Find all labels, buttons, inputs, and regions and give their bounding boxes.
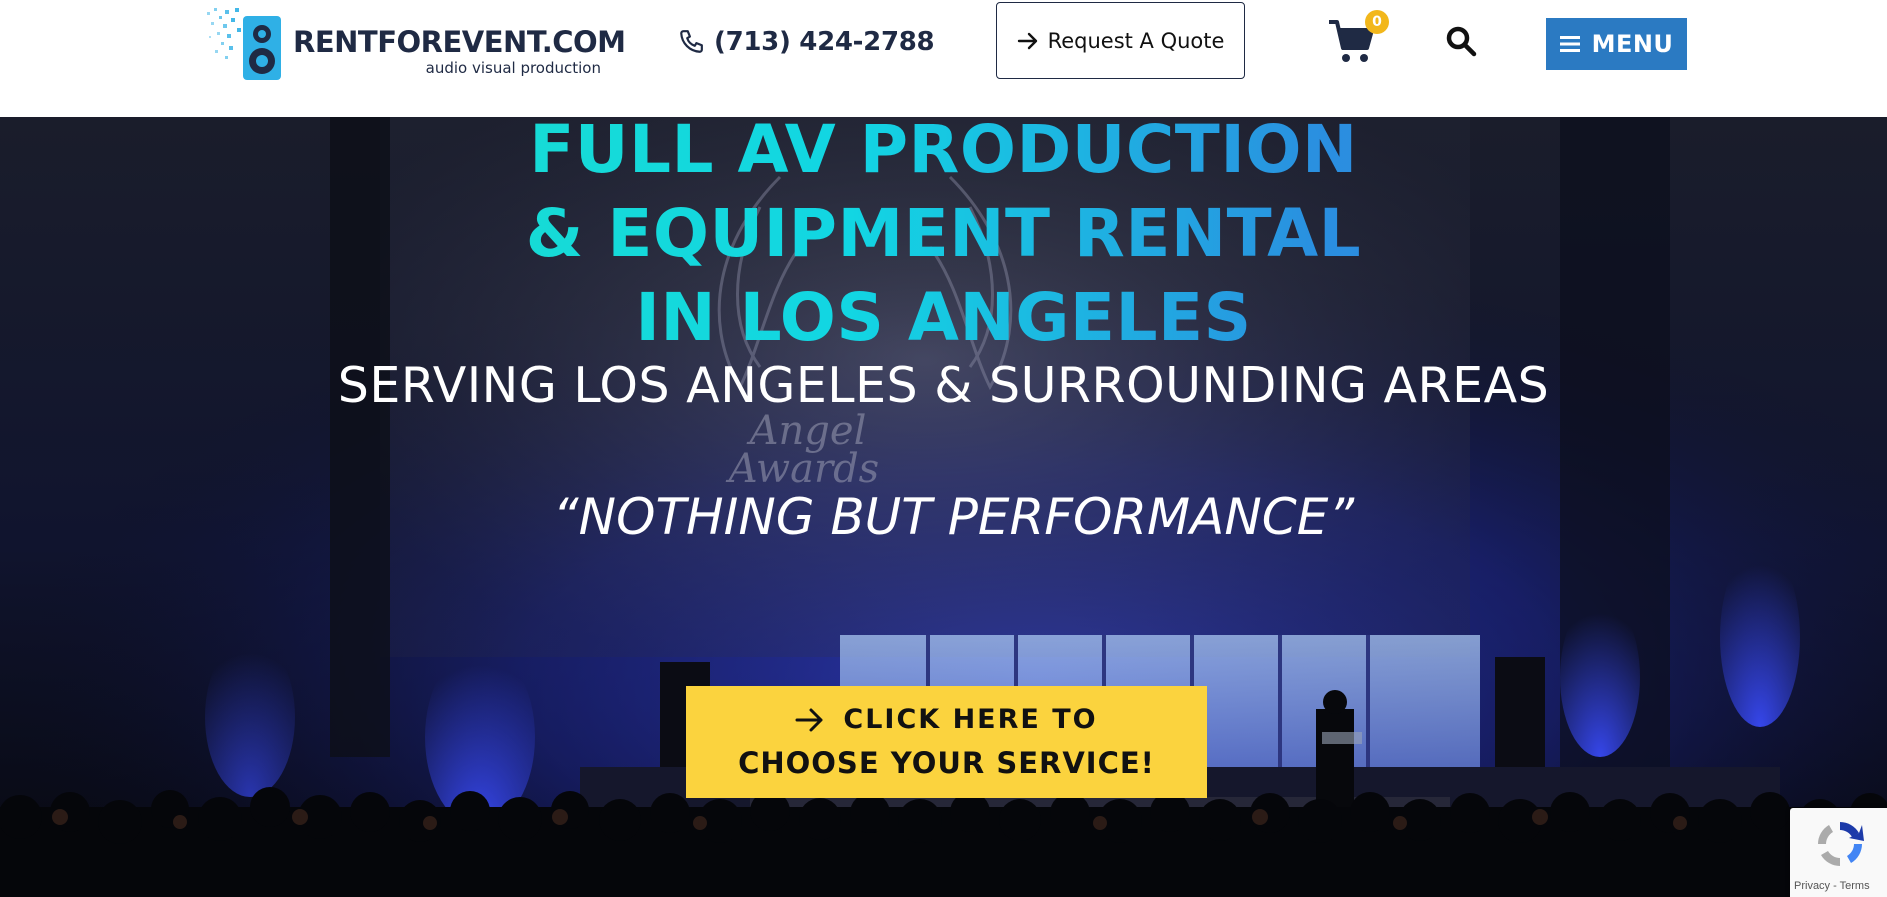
menu-button[interactable]: MENU — [1546, 18, 1687, 70]
search-icon — [1446, 26, 1477, 57]
phone-number: (713) 424-2788 — [714, 27, 935, 57]
hero-section: Angel Awards FULL AV PRODUCTION & EQUIPM… — [0, 117, 1887, 897]
request-quote-label: Request A Quote — [1047, 28, 1225, 53]
cart-count-badge: 0 — [1365, 10, 1389, 34]
search-button[interactable] — [1444, 24, 1478, 58]
speaker-logo-icon — [207, 8, 281, 80]
cart-button[interactable]: 0 — [1327, 10, 1389, 66]
screen-awards-text: Awards — [725, 446, 879, 492]
recaptcha-badge[interactable]: Privacy - Terms — [1790, 808, 1887, 897]
arrow-right-icon — [1017, 32, 1037, 49]
logo-name: RENTFOREVENT.COM — [293, 25, 626, 59]
request-quote-button[interactable]: Request A Quote — [996, 2, 1245, 79]
arrow-right-icon — [795, 708, 823, 731]
hero-headline-line-1: FULL AV PRODUCTION — [0, 117, 1887, 183]
hero-tagline: “NOTHING BUT PERFORMANCE” — [552, 488, 1355, 546]
hero-headline-line-2: & EQUIPMENT RENTAL — [0, 201, 1887, 267]
menu-label: MENU — [1591, 30, 1674, 58]
cta-line-2: CHOOSE YOUR SERVICE! — [738, 746, 1155, 780]
hamburger-icon — [1559, 36, 1580, 52]
cta-line-1: CLICK HERE TO — [843, 704, 1098, 735]
recaptcha-icon — [1818, 822, 1864, 866]
logo-link[interactable]: RENTFOREVENT.COM audio visual production — [205, 6, 626, 82]
logo-tagline: audio visual production — [425, 59, 601, 77]
phone-link[interactable]: (713) 424-2788 — [678, 22, 935, 62]
cta-line-1-row: CLICK HERE TO — [686, 704, 1207, 735]
hero-headline-line-3: IN LOS ANGELES — [0, 285, 1887, 351]
choose-service-button[interactable]: CLICK HERE TO CHOOSE YOUR SERVICE! — [686, 686, 1207, 798]
recaptcha-links[interactable]: Privacy - Terms — [1794, 880, 1870, 892]
phone-icon — [680, 30, 703, 53]
site-header: RENTFOREVENT.COM audio visual production… — [0, 0, 1887, 117]
hero-subheading: SERVING LOS ANGELES & SURROUNDING AREAS — [337, 357, 1550, 414]
